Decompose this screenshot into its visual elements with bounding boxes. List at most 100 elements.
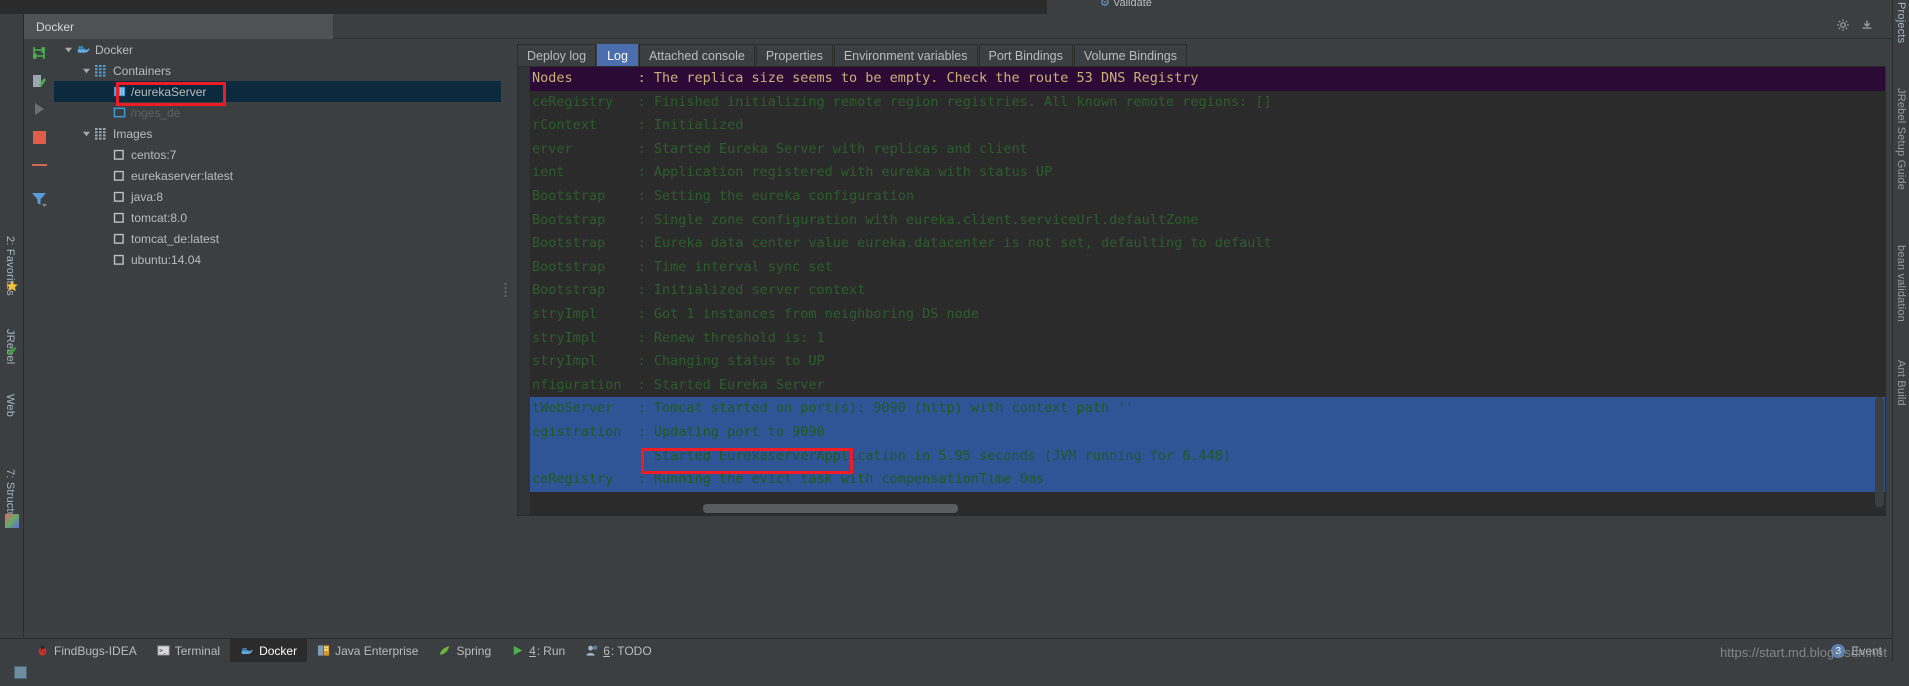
tree-node-containers[interactable]: Containers — [54, 60, 501, 81]
bottom-left-icon[interactable] — [14, 666, 27, 679]
log-vertical-scrollbar[interactable] — [1875, 397, 1884, 507]
log-viewer[interactable]: Nodes : The replica size seems to be emp… — [517, 66, 1886, 516]
statusbar-item-docker[interactable]: Docker — [230, 638, 308, 663]
statusbar-item-run[interactable]: 4: Run — [501, 639, 575, 663]
remove-icon[interactable] — [24, 151, 54, 179]
filter-icon[interactable] — [24, 185, 54, 213]
tree-node-label: tomcat_de:latest — [131, 231, 220, 246]
rail-item-web[interactable]: Web — [4, 394, 16, 417]
log-line: Bootstrap : Initialized server context — [532, 282, 866, 299]
docker-tree[interactable]: Docker Containers/eurekaServer/nges_de Ima… — [54, 39, 501, 518]
tree-node-nges-de[interactable]: /nges_de — [54, 102, 501, 123]
tool-window-header: Docker — [24, 14, 1892, 39]
validate-label: Validate — [1112, 0, 1152, 9]
bug-icon — [36, 644, 49, 657]
palette-icon — [5, 514, 19, 528]
tree-node-centos-7[interactable]: centos:7 — [54, 144, 501, 165]
terminal-icon: >_ — [156, 644, 170, 657]
log-line: ceRegistry : Running the evict task with… — [530, 468, 1885, 492]
tab-attached-console[interactable]: Attached console — [638, 44, 755, 66]
docker-whale-icon — [75, 42, 91, 58]
tab-volume-bindings[interactable]: Volume Bindings — [1073, 44, 1187, 66]
rail-item-ant-build[interactable]: Ant Build — [1895, 360, 1907, 406]
image-icon — [111, 252, 127, 268]
log-line: Bootstrap : Setting the eureka configura… — [532, 187, 915, 204]
tree-node-docker[interactable]: Docker — [54, 39, 501, 60]
edit-configuration-icon[interactable] — [24, 67, 54, 95]
tree-node-java-8[interactable]: java:8 — [54, 186, 501, 207]
tree-node-tomcat-de-latest[interactable]: tomcat_de:latest — [54, 228, 501, 249]
tool-window-header-rest — [333, 14, 1892, 39]
rail-item-bean-validation[interactable]: bean validation — [1895, 245, 1907, 322]
chevron-down-icon[interactable] — [80, 64, 93, 77]
log-line: ient : Application registered with eurek… — [532, 164, 1053, 181]
log-line: egistration : Updating port to 9090 — [530, 420, 1885, 445]
tab-environment-variables[interactable]: Environment variables — [833, 44, 978, 66]
docker-icon — [240, 644, 254, 658]
statusbar-item-label: Java Enterprise — [335, 643, 419, 658]
log-line: tWebServer : Tomcat started on port(s): … — [530, 397, 1885, 421]
bottom-toolbar[interactable]: FindBugs-IDEA >_ Terminal Docker Java Enterp… — [0, 638, 1892, 663]
rail-item-jrebel-setup-guide[interactable]: JRebel Setup Guide — [1895, 88, 1907, 190]
statusbar-item-spring[interactable]: Spring — [428, 639, 501, 663]
tree-node-label: Docker — [95, 42, 134, 57]
log-line: stryImpl : Renew threshold is: 1 — [532, 329, 825, 346]
spring-leaf-icon — [438, 644, 451, 657]
log-horizontal-scrollbar[interactable] — [703, 504, 958, 513]
tool-window-tab-docker[interactable]: Docker — [24, 14, 333, 39]
splitter-grip — [504, 282, 507, 298]
log-line: rContext : Initialized — [532, 117, 744, 134]
statusbar-item-findbugs-idea[interactable]: FindBugs-IDEA — [26, 639, 147, 663]
ide-window: ⚙ Validate Docker 2: Favorites JRebel We… — [0, 0, 1909, 686]
log-line: Nodes : The replica size seems to be emp… — [530, 67, 1885, 91]
statusbar-item-label: Terminal — [174, 643, 221, 658]
tree-node-ubuntu-14-04[interactable]: ubuntu:14.04 — [54, 249, 501, 270]
tree-node-eurekaserver-latest[interactable]: eurekaserver:latest — [54, 165, 501, 186]
tree-node-images[interactable]: Images — [54, 123, 501, 144]
tree-node-label: eurekaserver:latest — [131, 168, 234, 183]
validate-action[interactable]: ⚙ Validate — [1100, 0, 1152, 9]
chevron-down-icon[interactable] — [80, 127, 93, 140]
log-text: Nodes : The replica size seems to be emp… — [530, 67, 1885, 515]
top-strip: ⚙ Validate — [0, 0, 1909, 14]
run-play-icon[interactable] — [24, 95, 54, 123]
log-line: stryImpl : Changing status to UP — [532, 353, 825, 370]
tree-node-label: java:8 — [131, 189, 164, 204]
tab-deploy-log[interactable]: Deploy log — [517, 44, 597, 66]
statusbar-item-terminal[interactable]: >_ Terminal — [147, 639, 230, 663]
statusbar-item-java-enterprise[interactable]: Java Enterprise — [307, 639, 428, 663]
hide-icon[interactable] — [1860, 18, 1874, 32]
log-line: stryImpl : Got 1 instances from neighbor… — [532, 305, 980, 322]
tree-node-label: /eurekaServer — [131, 84, 207, 99]
run-play-icon — [511, 644, 524, 657]
log-gutter — [518, 67, 530, 515]
panel-splitter[interactable] — [501, 39, 511, 518]
gear-icon[interactable] — [1836, 18, 1850, 32]
tab-label: Volume Bindings — [1083, 48, 1177, 63]
details-tabstrip[interactable]: Deploy log Log Attached console Properties E… — [511, 44, 1188, 66]
stop-icon[interactable] — [24, 123, 54, 151]
container-details: Deploy log Log Attached console Properties E… — [511, 39, 1892, 518]
rail-item-projects[interactable]: Projects — [1895, 2, 1907, 43]
statusbar-item-separator: : — [536, 643, 541, 658]
statusbar-item-label: Spring — [456, 643, 492, 658]
tab-properties[interactable]: Properties — [755, 44, 833, 66]
jrebel-icon — [7, 346, 17, 355]
deploy-icon[interactable] — [24, 39, 54, 67]
tree-node-tomcat-8-0[interactable]: tomcat:8.0 — [54, 207, 501, 228]
bottom-strip — [0, 662, 1909, 686]
image-icon — [111, 231, 127, 247]
container-stopped-icon — [111, 105, 127, 121]
tab-port-bindings[interactable]: Port Bindings — [978, 44, 1073, 66]
image-icon — [111, 189, 127, 205]
tab-log[interactable]: Log — [597, 44, 638, 66]
log-line: Bootstrap : Eureka data center value eur… — [532, 235, 1272, 252]
statusbar-item-mnemonic: 4 — [529, 643, 536, 658]
chevron-down-icon[interactable] — [62, 43, 75, 56]
statusbar-item-todo[interactable]: 6: TODO — [575, 639, 661, 663]
tree-node-eurekaserver[interactable]: /eurekaServer — [54, 81, 501, 102]
